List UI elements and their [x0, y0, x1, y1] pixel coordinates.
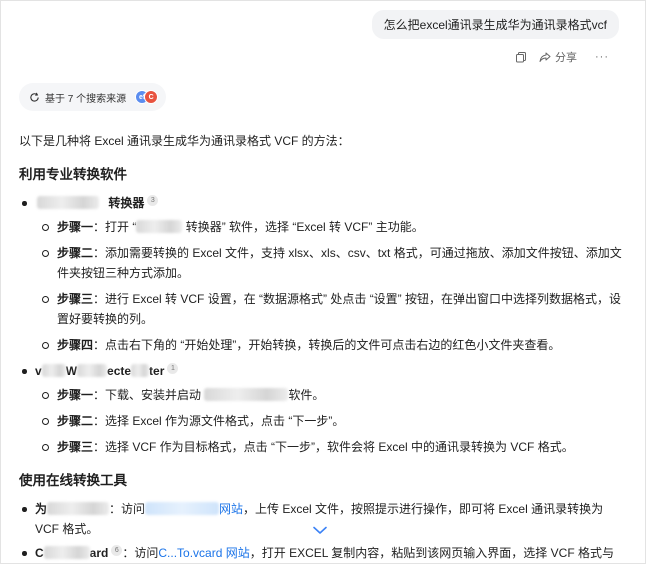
method-item: v Wecte ter 1 步骤一：下载、安装并启动 软件。 步骤二：选择 Excel… — [19, 361, 625, 457]
method-text: ，打开 EXCEL 复制内容，粘贴到该网页输入界面，选择 VCF 格式与 — [249, 546, 614, 560]
step-text: ：选择 VCF 作为目标格式，点击 “下一步”，软件会将 Excel 中的通讯录… — [93, 440, 574, 454]
step-item: 步骤一：打开 “ 转换器” 软件，选择 “Excel 转 VCF” 主功能。 — [35, 217, 625, 237]
method-item: Card 6 ：访问C...To.vcard 网站，打开 EXCEL 复制内容，粘贴… — [19, 543, 625, 563]
method-text: ：访问 — [109, 502, 146, 516]
source-avatar: C — [144, 90, 159, 104]
source-avatars: ef C — [135, 90, 159, 104]
step-label: 步骤一 — [57, 220, 94, 234]
step-label: 步骤四 — [57, 338, 94, 352]
copy-button[interactable] — [515, 51, 527, 63]
method-text: ：访问 — [122, 546, 159, 560]
website-link[interactable]: C...To.vcard 网站 — [158, 546, 249, 560]
copy-icon — [516, 52, 526, 63]
step-list: 步骤一：打开 “ 转换器” 软件，选择 “Excel 转 VCF” 主功能。 步… — [35, 217, 625, 355]
step-label: 步骤三 — [57, 292, 94, 306]
step-item: 步骤三：选择 VCF 作为目标格式，点击 “下一步”，软件会将 Excel 中的… — [35, 437, 625, 457]
website-link[interactable]: 网站 — [219, 502, 243, 516]
step-text: ：打开 “ — [93, 220, 137, 234]
answer-intro: 以下是几种将 Excel 通讯录生成华为通讯录格式 VCF 的方法： — [19, 134, 350, 148]
step-item: 步骤二：选择 Excel 作为源文件格式，点击 “下一步”。 — [35, 411, 625, 431]
citation-badge[interactable]: 6 — [111, 545, 123, 556]
chat-window: 怎么把excel通讯录生成华为通讯录格式vcf 分享 ··· 基于 7 个搜索来… — [0, 0, 646, 564]
redacted-text — [37, 196, 99, 209]
method-name: 转换器 — [108, 196, 145, 210]
step-text: ：点击右下角的 “开始处理”，开始转换，转换后的文件可点击右边的红色小文件夹查看… — [93, 338, 561, 352]
message-actions: 分享 ··· — [515, 49, 609, 65]
section-heading: 使用在线转换工具 — [19, 473, 127, 488]
step-label: 步骤一 — [57, 388, 94, 402]
share-label: 分享 — [555, 52, 577, 64]
citation-badge[interactable]: 3 — [147, 195, 159, 206]
method-name: v Wecte ter — [35, 364, 165, 378]
step-item: 步骤二：添加需要转换的 Excel 文件，支持 xlsx、xls、csv、txt… — [35, 243, 625, 283]
online-tools-section: 使用在线转换工具 为：访问 网站，上传 Excel 文件，按照提示进行操作，即可将… — [19, 471, 625, 563]
method-list: 转换器 3 步骤一：打开 “ 转换器” 软件，选择 “Excel 转 VCF” 主… — [19, 193, 625, 457]
chevron-down-icon — [313, 526, 327, 534]
step-text: 转换器” 软件，选择 “Excel 转 VCF” 主功能。 — [182, 220, 424, 234]
step-list: 步骤一：下载、安装并启动 软件。 步骤二：选择 Excel 作为源文件格式，点击… — [35, 385, 625, 457]
step-text: ：进行 Excel 转 VCF 设置，在 “数据源格式” 处点击 “设置” 按钮… — [57, 292, 622, 326]
step-text: ：选择 Excel 作为源文件格式，点击 “下一步”。 — [93, 414, 345, 428]
more-button[interactable]: ··· — [595, 51, 609, 63]
redacted-text — [204, 388, 289, 401]
redacted-text — [136, 220, 183, 233]
method-item: 转换器 3 步骤一：打开 “ 转换器” 软件，选择 “Excel 转 VCF” 主… — [19, 193, 625, 355]
user-message-bubble: 怎么把excel通讯录生成华为通讯录格式vcf — [371, 10, 619, 39]
step-label: 步骤二 — [57, 246, 94, 260]
step-item: 步骤一：下载、安装并启动 软件。 — [35, 385, 625, 405]
share-icon — [539, 52, 551, 62]
step-text: ：添加需要转换的 Excel 文件，支持 xlsx、xls、csv、txt 格式… — [57, 246, 622, 280]
step-label: 步骤三 — [57, 440, 94, 454]
refresh-search-icon — [30, 92, 39, 102]
search-sources-chip[interactable]: 基于 7 个搜索来源 ef C — [19, 83, 167, 111]
step-text: 软件。 — [288, 388, 325, 402]
citation-badge[interactable]: 1 — [167, 363, 179, 374]
method-name: 为 — [35, 502, 110, 516]
assistant-answer: 以下是几种将 Excel 通讯录生成华为通讯录格式 VCF 的方法： 利用专业转… — [19, 131, 625, 563]
step-item: 步骤三：进行 Excel 转 VCF 设置，在 “数据源格式” 处点击 “设置”… — [35, 289, 625, 329]
redacted-link[interactable] — [145, 502, 220, 515]
step-item: 步骤四：点击右下角的 “开始处理”，开始转换，转换后的文件可点击右边的红色小文件… — [35, 335, 625, 355]
section-heading: 利用专业转换软件 — [19, 167, 127, 182]
sources-label: 基于 7 个搜索来源 — [45, 93, 127, 105]
scroll-down-button[interactable] — [309, 523, 331, 537]
share-button[interactable]: 分享 — [539, 49, 577, 65]
method-name: Card — [35, 546, 109, 560]
step-label: 步骤二 — [57, 414, 94, 428]
step-text: ：下载、安装并启动 — [93, 388, 205, 402]
